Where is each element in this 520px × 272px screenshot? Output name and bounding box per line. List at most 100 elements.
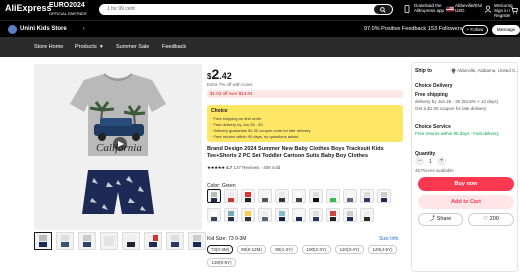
thumbnail-strip — [34, 232, 206, 250]
follow-button[interactable]: + Follow — [462, 25, 488, 35]
rating-row: ★★★★★ 4.7 137 Reviews · 458 sold — [207, 165, 281, 170]
aliexpress-logo[interactable]: AliExpress — [5, 3, 52, 13]
color-swatch[interactable] — [258, 208, 272, 222]
store-nav: Store Home Products ▾ Summer Sale Feedba… — [0, 37, 520, 57]
color-swatch[interactable] — [207, 189, 221, 203]
color-swatch[interactable] — [258, 189, 272, 203]
followers-count: 153 Followers — [428, 26, 463, 32]
color-swatch[interactable] — [309, 208, 323, 222]
thumbnail[interactable] — [56, 232, 74, 250]
search-input[interactable]: 1 for 99 cent — [107, 6, 135, 12]
store-bar: Unini Kids Store › 97.0% Positive Feedba… — [0, 20, 520, 37]
thumbnail[interactable] — [100, 232, 118, 250]
wishlist-button[interactable]: ♡ 200 — [468, 213, 514, 226]
color-swatch[interactable] — [343, 208, 357, 222]
nav-products[interactable]: Products — [75, 44, 97, 50]
thumbnail[interactable] — [166, 232, 184, 250]
chevron-right-icon[interactable]: › — [83, 26, 85, 32]
color-swatch[interactable] — [309, 189, 323, 203]
nav-feedback[interactable]: Feedback — [162, 44, 186, 50]
coupon-banner[interactable]: $1.03 off over $14.04 — [207, 90, 403, 98]
buy-now-button[interactable]: Buy now — [418, 177, 514, 191]
size-option[interactable]: 100(2-3Y) — [302, 245, 331, 254]
color-swatch[interactable] — [326, 208, 340, 222]
wishlist-count: 200 — [489, 216, 499, 222]
color-swatch[interactable] — [207, 208, 221, 222]
download-app-link[interactable]: Download the AliExpress app — [414, 3, 444, 13]
chevron-down-icon[interactable]: ▾ — [100, 44, 103, 50]
size-option[interactable]: 90(1-2Y) — [270, 245, 298, 254]
color-swatch[interactable] — [292, 208, 306, 222]
size-option[interactable]: 120(4-5Y) — [368, 245, 397, 254]
share-icon: ⤴ — [429, 216, 436, 222]
ship-to-address[interactable]: Abbeville, Alabama, United S... — [457, 68, 519, 73]
euro2024-badge: EURO2024 OFFICIAL PARTNER — [49, 2, 87, 18]
download-app-line2: AliExpress app — [414, 8, 445, 13]
official-partner-label: OFFICIAL PARTNER — [49, 11, 87, 16]
user-icon[interactable] — [484, 5, 492, 13]
message-button[interactable]: Message — [492, 25, 520, 35]
region-line2: USD — [455, 8, 465, 13]
us-flag-icon — [446, 6, 454, 12]
color-swatch[interactable] — [360, 208, 374, 222]
color-swatch[interactable] — [326, 189, 340, 203]
choice-line-returns: · Free returns within 90 days, no questi… — [211, 134, 299, 139]
search-bar[interactable]: 1 for 99 cent — [99, 4, 393, 15]
ship-to-label: Ship to — [415, 68, 432, 74]
positive-feedback: 97.0% Positive Feedback — [364, 26, 427, 32]
quantity-decrease-button[interactable]: − — [415, 157, 424, 166]
quantity-increase-button[interactable]: + — [437, 157, 446, 166]
play-video-button[interactable] — [113, 137, 127, 151]
thumbnail[interactable] — [144, 232, 162, 250]
add-to-cart-button[interactable]: Add to Cart — [418, 195, 514, 209]
size-option[interactable]: 110(3-4Y) — [335, 245, 364, 254]
delivery-estimate: delivery by Jun 26 - 30 (94.8% < 12 days… — [415, 99, 499, 104]
search-button[interactable] — [374, 5, 392, 14]
color-swatch[interactable] — [343, 189, 357, 203]
color-swatch[interactable] — [292, 189, 306, 203]
store-name[interactable]: Unini Kids Store — [20, 26, 67, 32]
color-swatch[interactable] — [377, 189, 391, 203]
choice-line-fast-delivery: · Fast delivery by Jun 26 - 30 — [211, 122, 263, 127]
size-info-link[interactable]: Size Info — [379, 236, 398, 242]
thumbnail[interactable] — [78, 232, 96, 250]
price-fraction: .42 — [219, 71, 232, 81]
rating-stars-icon: ★★★★★ — [207, 165, 225, 170]
quantity-value[interactable]: 1 — [429, 159, 432, 165]
pieces-available: 45 Pieces available — [415, 168, 454, 173]
nav-summer-sale[interactable]: Summer Sale — [116, 44, 149, 50]
cart-icon[interactable] — [510, 6, 518, 14]
nav-store-home[interactable]: Store Home — [34, 44, 63, 50]
choice-benefits-box: Choice · Free shipping on first order · … — [207, 105, 403, 142]
size-option[interactable]: 73(0-3M) — [207, 245, 233, 254]
late-delivery-coupon: Get a $1.00 coupon for late delivery — [415, 106, 487, 111]
size-option[interactable]: 130(5-6Y) — [207, 258, 236, 267]
product-title: Brand Design 2024 Summer New Baby Clothe… — [207, 146, 384, 159]
thumbnail[interactable] — [188, 232, 206, 250]
color-swatch[interactable] — [224, 208, 238, 222]
euro2024-label: EURO2024 — [49, 2, 85, 9]
choice-delivery-title[interactable]: Choice Delivery — [415, 83, 453, 89]
color-swatch[interactable] — [224, 189, 238, 203]
choice-line-guarantee: · Delivery guarantee $1.00 coupon code f… — [211, 128, 311, 133]
choice-line-free-shipping: · Free shipping on first order — [211, 116, 262, 121]
top-bar: AliExpress EURO2024 OFFICIAL PARTNER 1 f… — [0, 0, 520, 20]
size-option[interactable]: 80(6-12M) — [237, 245, 266, 254]
thumbnail[interactable] — [122, 232, 140, 250]
color-swatch[interactable] — [241, 189, 255, 203]
choice-service-title[interactable]: Choice Service — [415, 124, 451, 130]
rating-value: 4.7 — [225, 165, 233, 170]
search-icon — [380, 7, 386, 13]
region-selector[interactable]: Abbeville/EN/ USD — [455, 3, 482, 13]
color-swatch[interactable] — [275, 208, 289, 222]
phone-icon[interactable] — [403, 5, 411, 13]
share-label: Share — [436, 216, 452, 222]
coins-note: Extra 7% off with coins — [207, 82, 253, 87]
share-button[interactable]: ⤴ Share — [418, 213, 463, 226]
color-swatch[interactable] — [241, 208, 255, 222]
color-swatch[interactable] — [275, 189, 289, 203]
thumbnail[interactable] — [34, 232, 52, 250]
reviews-link[interactable]: 137 Reviews — [233, 165, 259, 170]
color-swatch[interactable] — [360, 189, 374, 203]
store-avatar[interactable] — [8, 25, 17, 34]
